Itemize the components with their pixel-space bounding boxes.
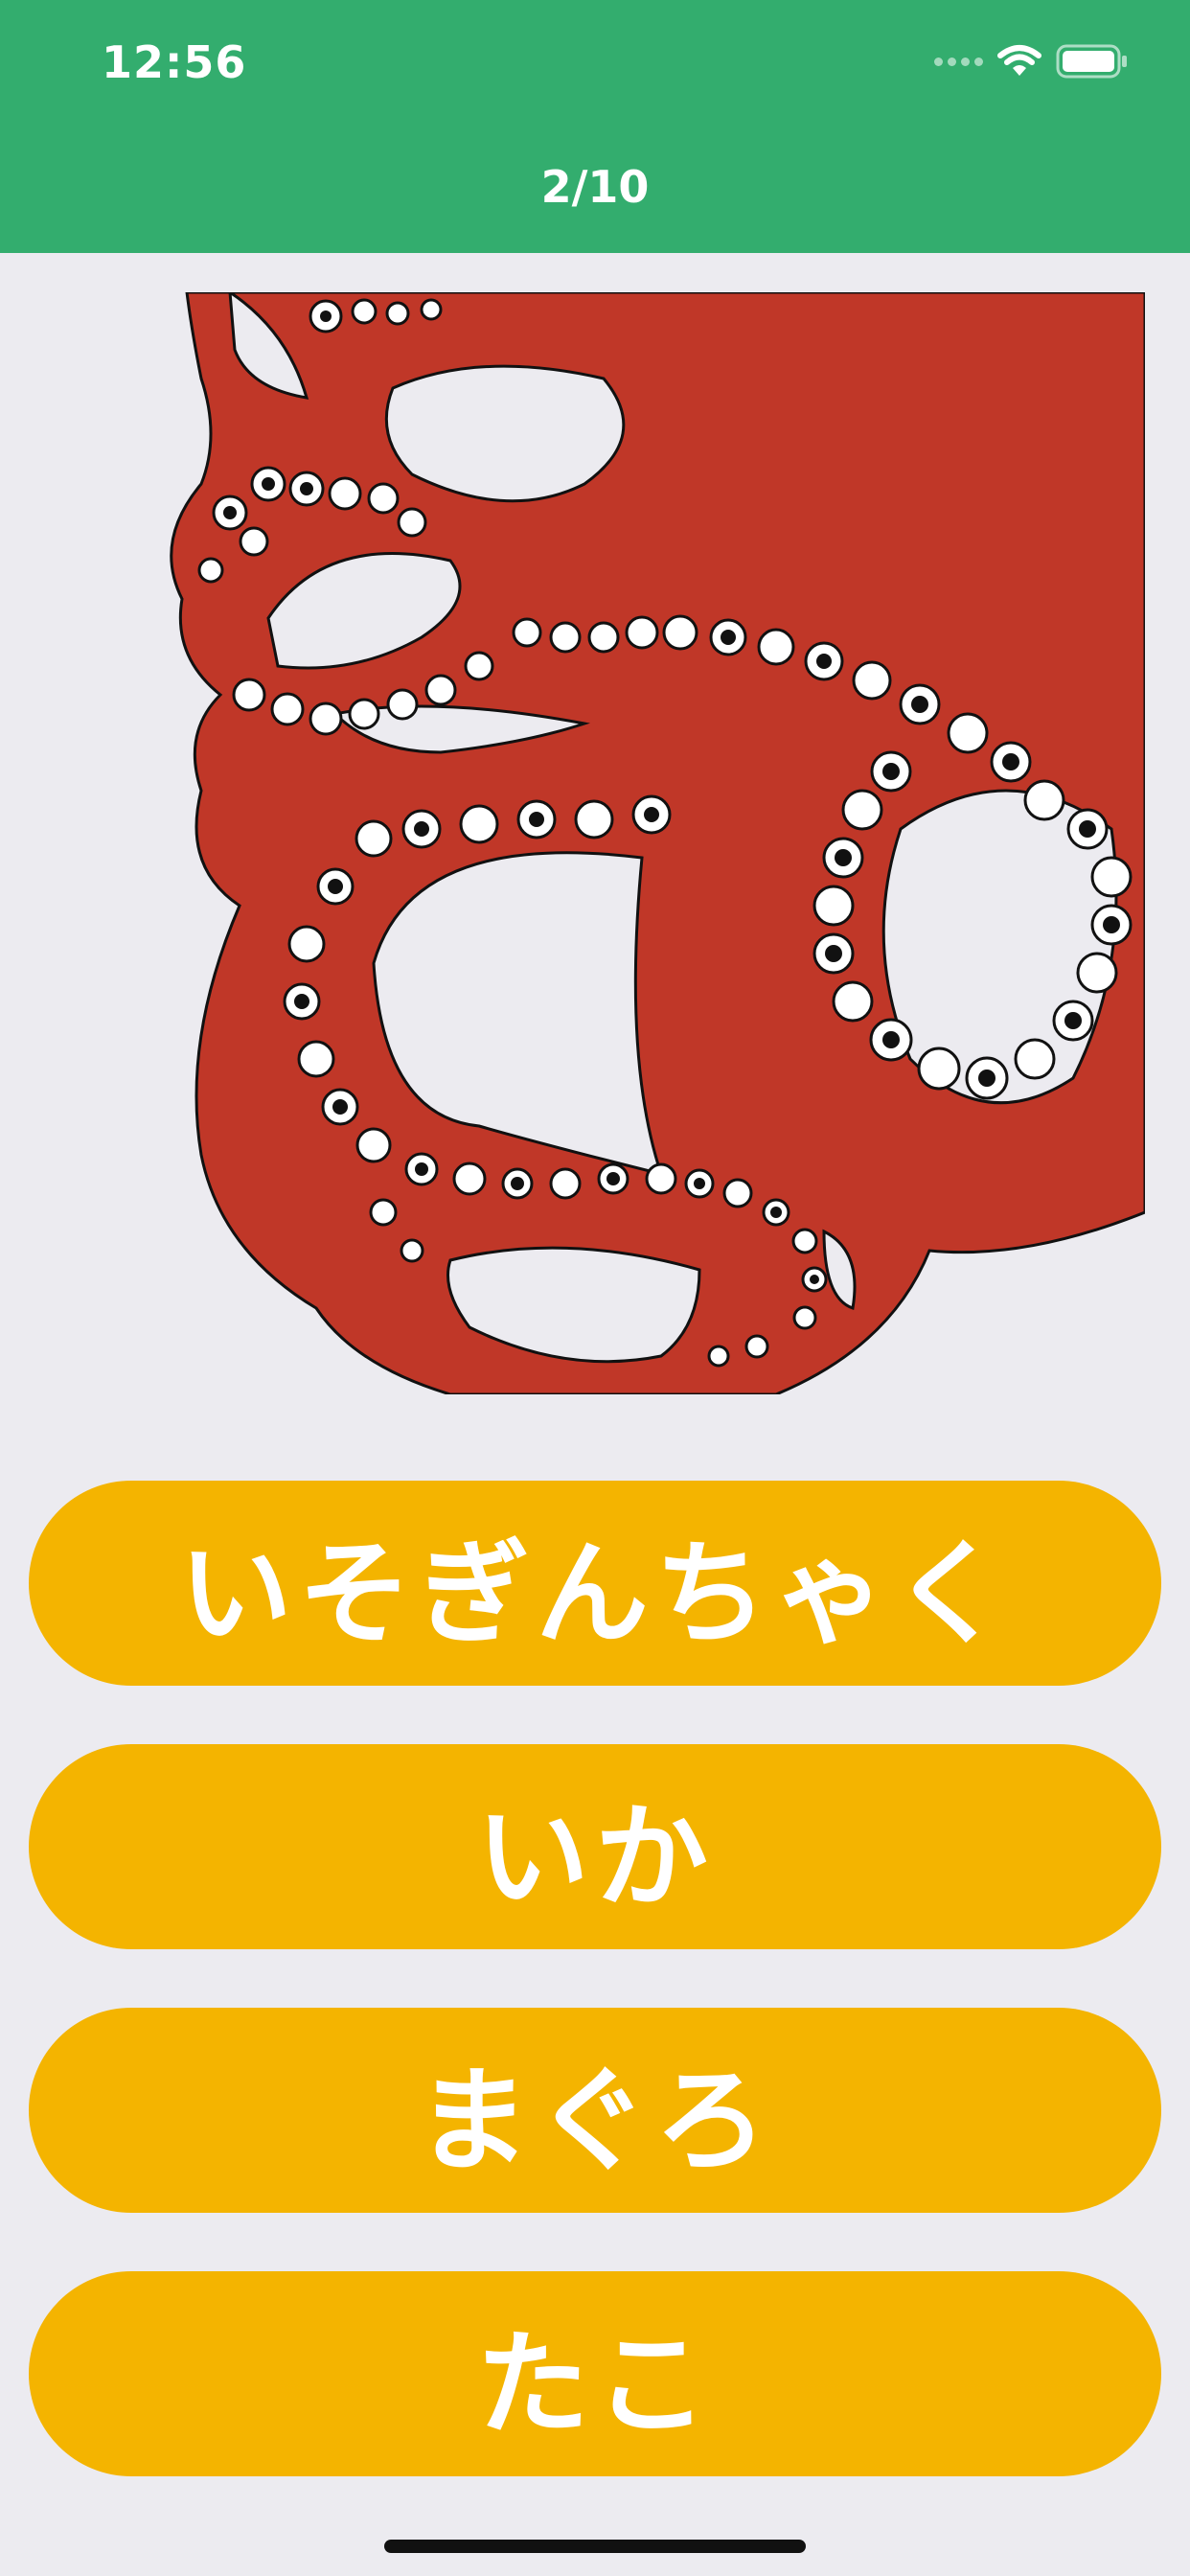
answer-button-1[interactable]: いそぎんちゃく bbox=[29, 1481, 1161, 1686]
status-time: 12:56 bbox=[102, 36, 247, 88]
answer-button-2[interactable]: いか bbox=[29, 1744, 1161, 1949]
home-indicator[interactable] bbox=[384, 2540, 806, 2553]
answer-button-3[interactable]: まぐろ bbox=[29, 2008, 1161, 2213]
answer-button-4[interactable]: たこ bbox=[29, 2271, 1161, 2476]
navigation-header: 12:56 2/10 bbox=[0, 0, 1190, 253]
cellular-signal-icon bbox=[934, 57, 983, 66]
question-counter: 2/10 bbox=[540, 161, 650, 213]
wifi-icon bbox=[997, 45, 1041, 76]
battery-icon bbox=[1056, 44, 1127, 79]
status-icons bbox=[934, 42, 1129, 80]
octopus-illustration bbox=[170, 292, 1145, 1394]
